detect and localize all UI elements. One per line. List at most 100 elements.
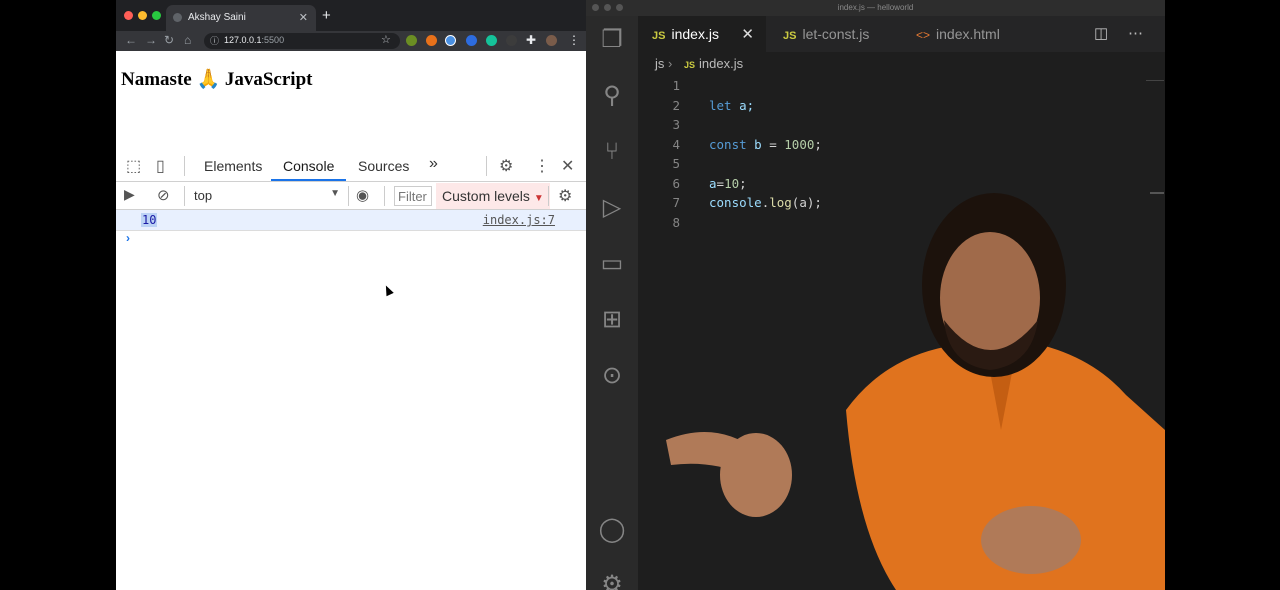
close-tab-icon[interactable]: ✕ <box>741 25 754 43</box>
punctuation-token: ; <box>814 136 822 152</box>
code-line: 2 let a; <box>638 96 1165 116</box>
tab-elements[interactable]: Elements <box>204 158 262 174</box>
source-control-icon[interactable]: ⑂ <box>598 138 626 166</box>
vscode-window: index.js — helloworld ❐ ⚲ ⑂ ▷ ▭ ⊞ ⊙ ◯ ⚙ … <box>586 0 1165 590</box>
separator <box>348 186 349 206</box>
tab-sources[interactable]: Sources <box>358 158 409 174</box>
settings-gear-icon[interactable]: ⚙ <box>499 156 513 176</box>
console-toolbar: ▶ ⊘ top ▼ ◉ Filter Custom levels ▼ ⚙ <box>116 182 586 210</box>
console-filter-input[interactable]: Filter <box>394 186 432 206</box>
dropdown-arrow-icon: ▼ <box>330 188 340 199</box>
browser-toolbar: ← → ↻ ⌂ ⓘ 127.0.0.1:5500 ☆ ✚ ⋮ <box>116 31 586 51</box>
reload-icon[interactable]: ↻ <box>164 33 174 47</box>
keyword-token: let <box>709 97 732 113</box>
maximize-window-button[interactable] <box>616 4 623 11</box>
window-title: index.js — helloworld <box>837 3 914 12</box>
browser-tab[interactable]: Akshay Saini ✕ <box>166 5 316 31</box>
tab-console[interactable]: Console <box>283 158 334 174</box>
url-port: :5500 <box>261 35 285 45</box>
separator <box>384 186 385 206</box>
console-log-source-link[interactable]: index.js:7 <box>483 213 555 227</box>
git-graph-icon[interactable]: ⊙ <box>598 362 626 390</box>
minimap[interactable] <box>1146 80 1164 86</box>
minimize-window-button[interactable] <box>138 11 147 20</box>
console-log-row: 10 index.js:7 <box>116 210 586 231</box>
js-file-icon: JS <box>683 60 695 70</box>
separator <box>184 156 185 176</box>
extension-icon[interactable] <box>486 35 497 46</box>
code-line: 5 <box>638 154 1165 174</box>
close-devtools-icon[interactable]: ✕ <box>561 156 574 176</box>
new-tab-button[interactable]: + <box>322 7 331 24</box>
js-file-icon: JS <box>652 30 666 42</box>
manage-gear-icon[interactable]: ⚙ <box>598 571 626 590</box>
show-sidebar-icon[interactable]: ▶ <box>124 186 135 203</box>
breadcrumb-folder[interactable]: js <box>655 56 664 71</box>
clear-console-icon[interactable]: ⊘ <box>157 186 170 204</box>
more-options-icon[interactable]: ⋮ <box>534 156 550 176</box>
forward-arrow-icon[interactable]: → <box>145 33 157 47</box>
editor-tabbar: JS index.js ✕ JS let-const.js <> index.html… <box>638 16 1165 52</box>
remote-explorer-icon[interactable]: ▭ <box>598 250 626 278</box>
console-prompt[interactable]: › <box>126 231 130 245</box>
extensions-icon[interactable]: ⊞ <box>598 306 626 334</box>
close-window-button[interactable] <box>592 4 599 11</box>
info-icon[interactable]: ⓘ <box>210 34 219 47</box>
more-menu-icon[interactable]: ⋮ <box>568 33 580 47</box>
dropdown-arrow-icon: ▼ <box>533 193 544 204</box>
line-number: 5 <box>672 156 680 171</box>
line-number: 1 <box>672 78 680 93</box>
variable-token: b <box>746 136 762 152</box>
minimize-window-button[interactable] <box>604 4 611 11</box>
eye-icon[interactable]: ◉ <box>356 186 369 204</box>
explorer-icon[interactable]: ❐ <box>598 26 626 54</box>
log-levels-dropdown[interactable]: Custom levels ▼ <box>436 183 550 209</box>
close-tab-icon[interactable]: ✕ <box>299 11 308 24</box>
line-number: 4 <box>672 136 680 152</box>
log-levels-label: Custom levels <box>442 188 530 204</box>
console-settings-icon[interactable]: ⚙ <box>558 186 572 206</box>
line-number: 2 <box>672 97 680 113</box>
globe-icon <box>173 13 182 22</box>
extension-icon[interactable] <box>445 35 456 46</box>
active-tab-indicator <box>271 179 346 181</box>
editor-tab-let-const-js[interactable]: JS let-const.js <box>769 16 899 52</box>
editor-tab-label: index.js <box>671 26 719 42</box>
bookmark-star-icon[interactable]: ☆ <box>381 33 391 46</box>
more-tabs-button[interactable]: » <box>429 155 438 173</box>
more-actions-icon[interactable]: ⋯ <box>1128 24 1143 42</box>
address-bar[interactable]: ⓘ 127.0.0.1:5500 <box>204 33 400 49</box>
home-icon[interactable]: ⌂ <box>184 33 191 47</box>
separator <box>184 186 185 206</box>
screen: Akshay Saini ✕ + ← → ↻ ⌂ ⓘ 127.0.0.1:550… <box>0 0 1280 590</box>
console-log-value: 10 <box>141 213 158 227</box>
back-arrow-icon[interactable]: ← <box>125 33 137 47</box>
maximize-window-button[interactable] <box>152 11 161 20</box>
mouse-pointer <box>382 283 394 297</box>
editor-tab-index-html[interactable]: <> index.html <box>902 16 1042 52</box>
device-toolbar-icon[interactable]: ▯ <box>156 156 165 176</box>
context-select[interactable]: top ▼ <box>194 188 340 203</box>
profile-avatar[interactable] <box>546 35 557 46</box>
extension-icon[interactable] <box>406 35 417 46</box>
editor-tab-index-js[interactable]: JS index.js ✕ <box>638 16 766 52</box>
extension-icon[interactable] <box>426 35 437 46</box>
chevron-right-icon: › <box>668 56 673 71</box>
url-host: 127.0.0.1 <box>224 35 262 45</box>
activity-bar: ❐ ⚲ ⑂ ▷ ▭ ⊞ ⊙ ◯ ⚙ <box>586 16 638 590</box>
breadcrumb-file[interactable]: index.js <box>699 56 743 71</box>
split-editor-icon[interactable]: ◫ <box>1094 24 1108 42</box>
extension-icon[interactable] <box>466 35 477 46</box>
editor-tab-label: index.html <box>936 26 1000 42</box>
close-window-button[interactable] <box>124 11 133 20</box>
operator-token: = <box>761 136 785 152</box>
run-debug-icon[interactable]: ▷ <box>598 194 626 222</box>
search-icon[interactable]: ⚲ <box>598 82 626 110</box>
puzzle-extensions-icon[interactable]: ✚ <box>526 33 536 47</box>
extension-icon[interactable] <box>506 35 517 46</box>
code-line: 3 <box>638 115 1165 135</box>
code-token: a; <box>731 97 755 113</box>
html-file-icon: <> <box>916 28 931 42</box>
account-icon[interactable]: ◯ <box>598 516 626 544</box>
inspect-element-icon[interactable]: ⬚ <box>126 156 141 176</box>
